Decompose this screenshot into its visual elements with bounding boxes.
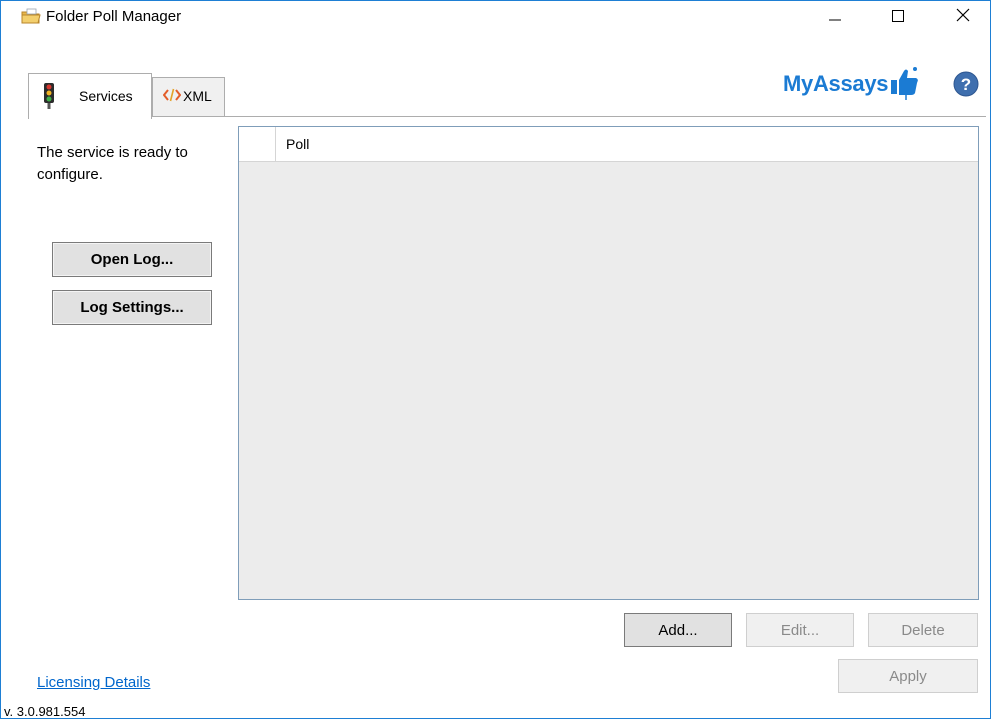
maximize-icon xyxy=(892,9,904,25)
tab-services[interactable]: Services xyxy=(28,73,152,119)
tab-xml[interactable]: XML xyxy=(152,77,225,117)
log-settings-button[interactable]: Log Settings... xyxy=(52,290,212,325)
app-window: Folder Poll Manager Services XML MyAssay… xyxy=(0,0,991,719)
edit-button[interactable]: Edit... xyxy=(746,613,854,647)
title-bar: Folder Poll Manager xyxy=(1,1,990,32)
column-header-poll[interactable]: Poll xyxy=(286,136,309,152)
folder-poll-icon xyxy=(21,8,41,24)
grid-row-header-corner xyxy=(239,127,276,161)
help-icon[interactable]: ? xyxy=(953,71,979,97)
add-button[interactable]: Add... xyxy=(624,613,732,647)
delete-button[interactable]: Delete xyxy=(868,613,978,647)
brand-text: MyAssays xyxy=(783,71,889,96)
poll-grid[interactable]: Poll xyxy=(238,126,979,600)
grid-header: Poll xyxy=(239,127,978,162)
code-tag-icon xyxy=(162,88,182,105)
window-title: Folder Poll Manager xyxy=(46,8,182,25)
tab-panel-border xyxy=(28,116,986,117)
traffic-light-icon xyxy=(41,82,57,113)
version-label: v. 3.0.981.554 xyxy=(4,704,86,719)
close-button[interactable] xyxy=(940,1,986,32)
tab-xml-label: XML xyxy=(183,88,212,104)
licensing-details-link[interactable]: Licensing Details xyxy=(37,674,150,691)
svg-text:?: ? xyxy=(961,75,971,94)
minimize-icon xyxy=(829,9,841,25)
maximize-button[interactable] xyxy=(875,1,921,32)
minimize-button[interactable] xyxy=(812,1,858,32)
apply-button[interactable]: Apply xyxy=(838,659,978,693)
thumbs-up-icon xyxy=(890,66,920,103)
open-log-button[interactable]: Open Log... xyxy=(52,242,212,277)
tab-services-label: Services xyxy=(79,88,133,104)
service-status-text: The service is ready to configure. xyxy=(37,144,188,183)
brand-logo[interactable]: MyAssays xyxy=(783,66,920,103)
close-icon xyxy=(956,8,970,25)
